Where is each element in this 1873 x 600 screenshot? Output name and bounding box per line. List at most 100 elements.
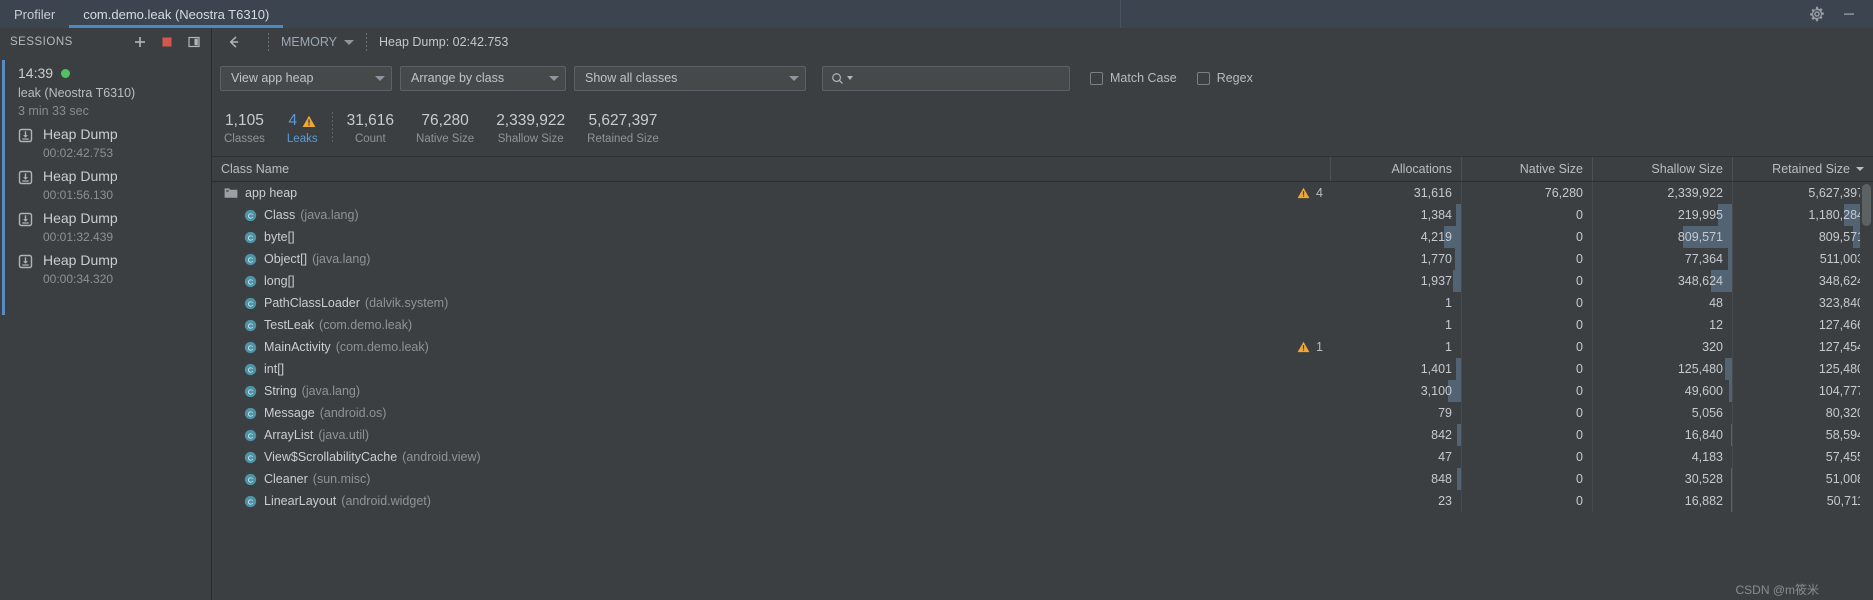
tab-profiler[interactable]: Profiler [0, 0, 69, 28]
plus-icon[interactable] [133, 35, 147, 49]
native-size-value: 0 [1576, 296, 1583, 310]
svg-text:C: C [248, 211, 254, 220]
cell-native-size: 0 [1462, 468, 1593, 490]
class-name-text: MainActivity [264, 340, 331, 354]
classes-select[interactable]: Show all classes [574, 65, 806, 91]
session-entry[interactable]: 14:39 leak (Neostra T6310) 3 min 33 sec … [0, 56, 211, 315]
class-name-text: Class [264, 208, 296, 222]
regex-checkbox[interactable]: Regex [1196, 71, 1253, 85]
table-header: Class Name Allocations Native Size Shallow … [212, 157, 1873, 182]
cell-class-name[interactable]: C ArrayList (java.util) [212, 428, 1285, 442]
cell-class-name[interactable]: C Message (android.os) [212, 406, 1285, 420]
chevron-down-icon [375, 75, 385, 81]
column-header-allocations[interactable]: Allocations [1331, 157, 1462, 181]
table-row[interactable]: C Message (android.os) 79 0 5,056 80,320 [212, 402, 1873, 424]
memory-dropdown[interactable]: MEMORY [281, 35, 355, 49]
cell-class-name[interactable]: C Class (java.lang) [212, 208, 1285, 222]
table-row[interactable]: C TestLeak (com.demo.leak) 1 0 12 127,46… [212, 314, 1873, 336]
titlebar-divider [1120, 0, 1121, 28]
title-bar: Profiler com.demo.leak (Neostra T6310) [0, 0, 1873, 28]
column-header-shallow-size[interactable]: Shallow Size [1593, 157, 1733, 181]
shallow-size-bar [1730, 468, 1732, 490]
match-case-box[interactable] [1090, 71, 1103, 85]
match-case-checkbox[interactable]: Match Case [1090, 71, 1177, 85]
shallow-size-value: 348,624 [1677, 274, 1723, 288]
allocations-value: 3,100 [1420, 384, 1452, 398]
tab-app-session[interactable]: com.demo.leak (Neostra T6310) [69, 0, 284, 28]
cell-class-name[interactable]: C View$ScrollabilityCache (android.view) [212, 450, 1285, 464]
stat-caption: Native Size [416, 133, 475, 145]
toggle-panel-icon[interactable] [187, 35, 201, 49]
arrange-select[interactable]: Arrange by class [400, 65, 566, 91]
cell-class-name[interactable]: C Cleaner (sun.misc) [212, 472, 1285, 486]
svg-text:C: C [248, 233, 254, 242]
shallow-size-value: 12 [1709, 318, 1723, 332]
sub-toolbar: SESSIONS MEMORY Heap Dump: 02:42.753 [0, 28, 1873, 56]
heap-dump-item[interactable]: Heap Dump 00:02:42.753 [0, 118, 211, 160]
heap-dump-icon [18, 212, 33, 227]
table-row[interactable]: C String (java.lang) 3,100 0 49,600 104,… [212, 380, 1873, 402]
cell-class-name[interactable]: C LinearLayout (android.widget) [212, 494, 1285, 508]
stat-value-wrap: 2,339,922 [496, 111, 565, 131]
cell-class-name[interactable]: C Object[] (java.lang) [212, 252, 1285, 266]
minimize-icon[interactable] [1841, 6, 1857, 22]
stat-leaks[interactable]: 4 Leaks [287, 111, 318, 145]
cell-class-name[interactable]: C byte[] [212, 230, 1285, 244]
regex-box[interactable] [1196, 71, 1210, 85]
cell-class-name[interactable]: C String (java.lang) [212, 384, 1285, 398]
table-row[interactable]: C Cleaner (sun.misc) 848 0 30,528 51,008 [212, 468, 1873, 490]
heap-dump-item[interactable]: Heap Dump 00:01:32.439 [0, 202, 211, 244]
allocations-value: 1,770 [1420, 252, 1452, 266]
cell-native-size: 0 [1462, 402, 1593, 424]
class-package-text: (java.lang) [301, 384, 361, 398]
cell-class-name[interactable]: C MainActivity (com.demo.leak) [212, 340, 1285, 354]
search-input[interactable] [856, 71, 1061, 85]
cell-class-name[interactable]: C PathClassLoader (dalvik.system) [212, 296, 1285, 310]
table-row[interactable]: C PathClassLoader (dalvik.system) 1 0 48… [212, 292, 1873, 314]
scrollbar-thumb[interactable] [1862, 184, 1871, 226]
vertical-scrollbar[interactable] [1860, 182, 1873, 600]
table-rows: app heap 4 31,616 76,280 2,339,922 5,627… [212, 182, 1873, 512]
retained-size-value: 323,840 [1818, 296, 1864, 310]
class-icon: C [244, 319, 257, 331]
native-size-value: 0 [1576, 230, 1583, 244]
table-row[interactable]: C ArrayList (java.util) 842 0 16,840 58,… [212, 424, 1873, 446]
table-row[interactable]: C Object[] (java.lang) 1,770 0 77,364 51… [212, 248, 1873, 270]
column-header-native-size[interactable]: Native Size [1462, 157, 1593, 181]
cell-native-size: 0 [1462, 248, 1593, 270]
heap-dump-item[interactable]: Heap Dump 00:01:56.130 [0, 160, 211, 202]
column-header-retained-size[interactable]: Retained Size [1733, 157, 1873, 181]
native-size-value: 0 [1576, 406, 1583, 420]
heap-dump-item[interactable]: Heap Dump 00:00:34.320 [0, 244, 211, 286]
cell-shallow-size: 49,600 [1593, 380, 1733, 402]
table-row[interactable]: C MainActivity (com.demo.leak) 1 1 0 320… [212, 336, 1873, 358]
heap-select[interactable]: View app heap [220, 65, 392, 91]
table-row[interactable]: C View$ScrollabilityCache (android.view)… [212, 446, 1873, 468]
table-row[interactable]: C long[] 1,937 0 348,624 348,624 [212, 270, 1873, 292]
stop-record-icon[interactable] [160, 35, 174, 49]
table-row[interactable]: C int[] 1,401 0 125,480 125,480 [212, 358, 1873, 380]
stat-shallow-size: 2,339,922 Shallow Size [496, 111, 565, 145]
gear-icon[interactable] [1809, 6, 1825, 22]
table-row[interactable]: C LinearLayout (android.widget) 23 0 16,… [212, 490, 1873, 512]
heap-dump-item-time: 00:01:32.439 [43, 230, 114, 244]
cell-class-name[interactable]: app heap [212, 186, 1285, 200]
back-arrow-icon[interactable] [226, 34, 242, 50]
search-options-caret-icon[interactable] [847, 76, 853, 80]
class-package-text: (android.os) [319, 406, 387, 420]
cell-retained-size: 348,624 [1733, 270, 1873, 292]
cell-retained-size: 127,454 [1733, 336, 1873, 358]
cell-retained-size: 58,594 [1733, 424, 1873, 446]
table-row[interactable]: C byte[] 4,219 0 809,571 809,571 [212, 226, 1873, 248]
class-package-text: (com.demo.leak) [335, 340, 429, 354]
shallow-size-value: 2,339,922 [1667, 186, 1723, 200]
warning-icon [302, 115, 316, 127]
native-size-value: 0 [1576, 450, 1583, 464]
cell-class-name[interactable]: C long[] [212, 274, 1285, 288]
table-row[interactable]: C Class (java.lang) 1,384 0 219,995 1,18… [212, 204, 1873, 226]
search-box[interactable] [822, 65, 1070, 91]
cell-class-name[interactable]: C TestLeak (com.demo.leak) [212, 318, 1285, 332]
cell-class-name[interactable]: C int[] [212, 362, 1285, 376]
table-row[interactable]: app heap 4 31,616 76,280 2,339,922 5,627… [212, 182, 1873, 204]
column-header-class-name[interactable]: Class Name [212, 157, 1331, 181]
